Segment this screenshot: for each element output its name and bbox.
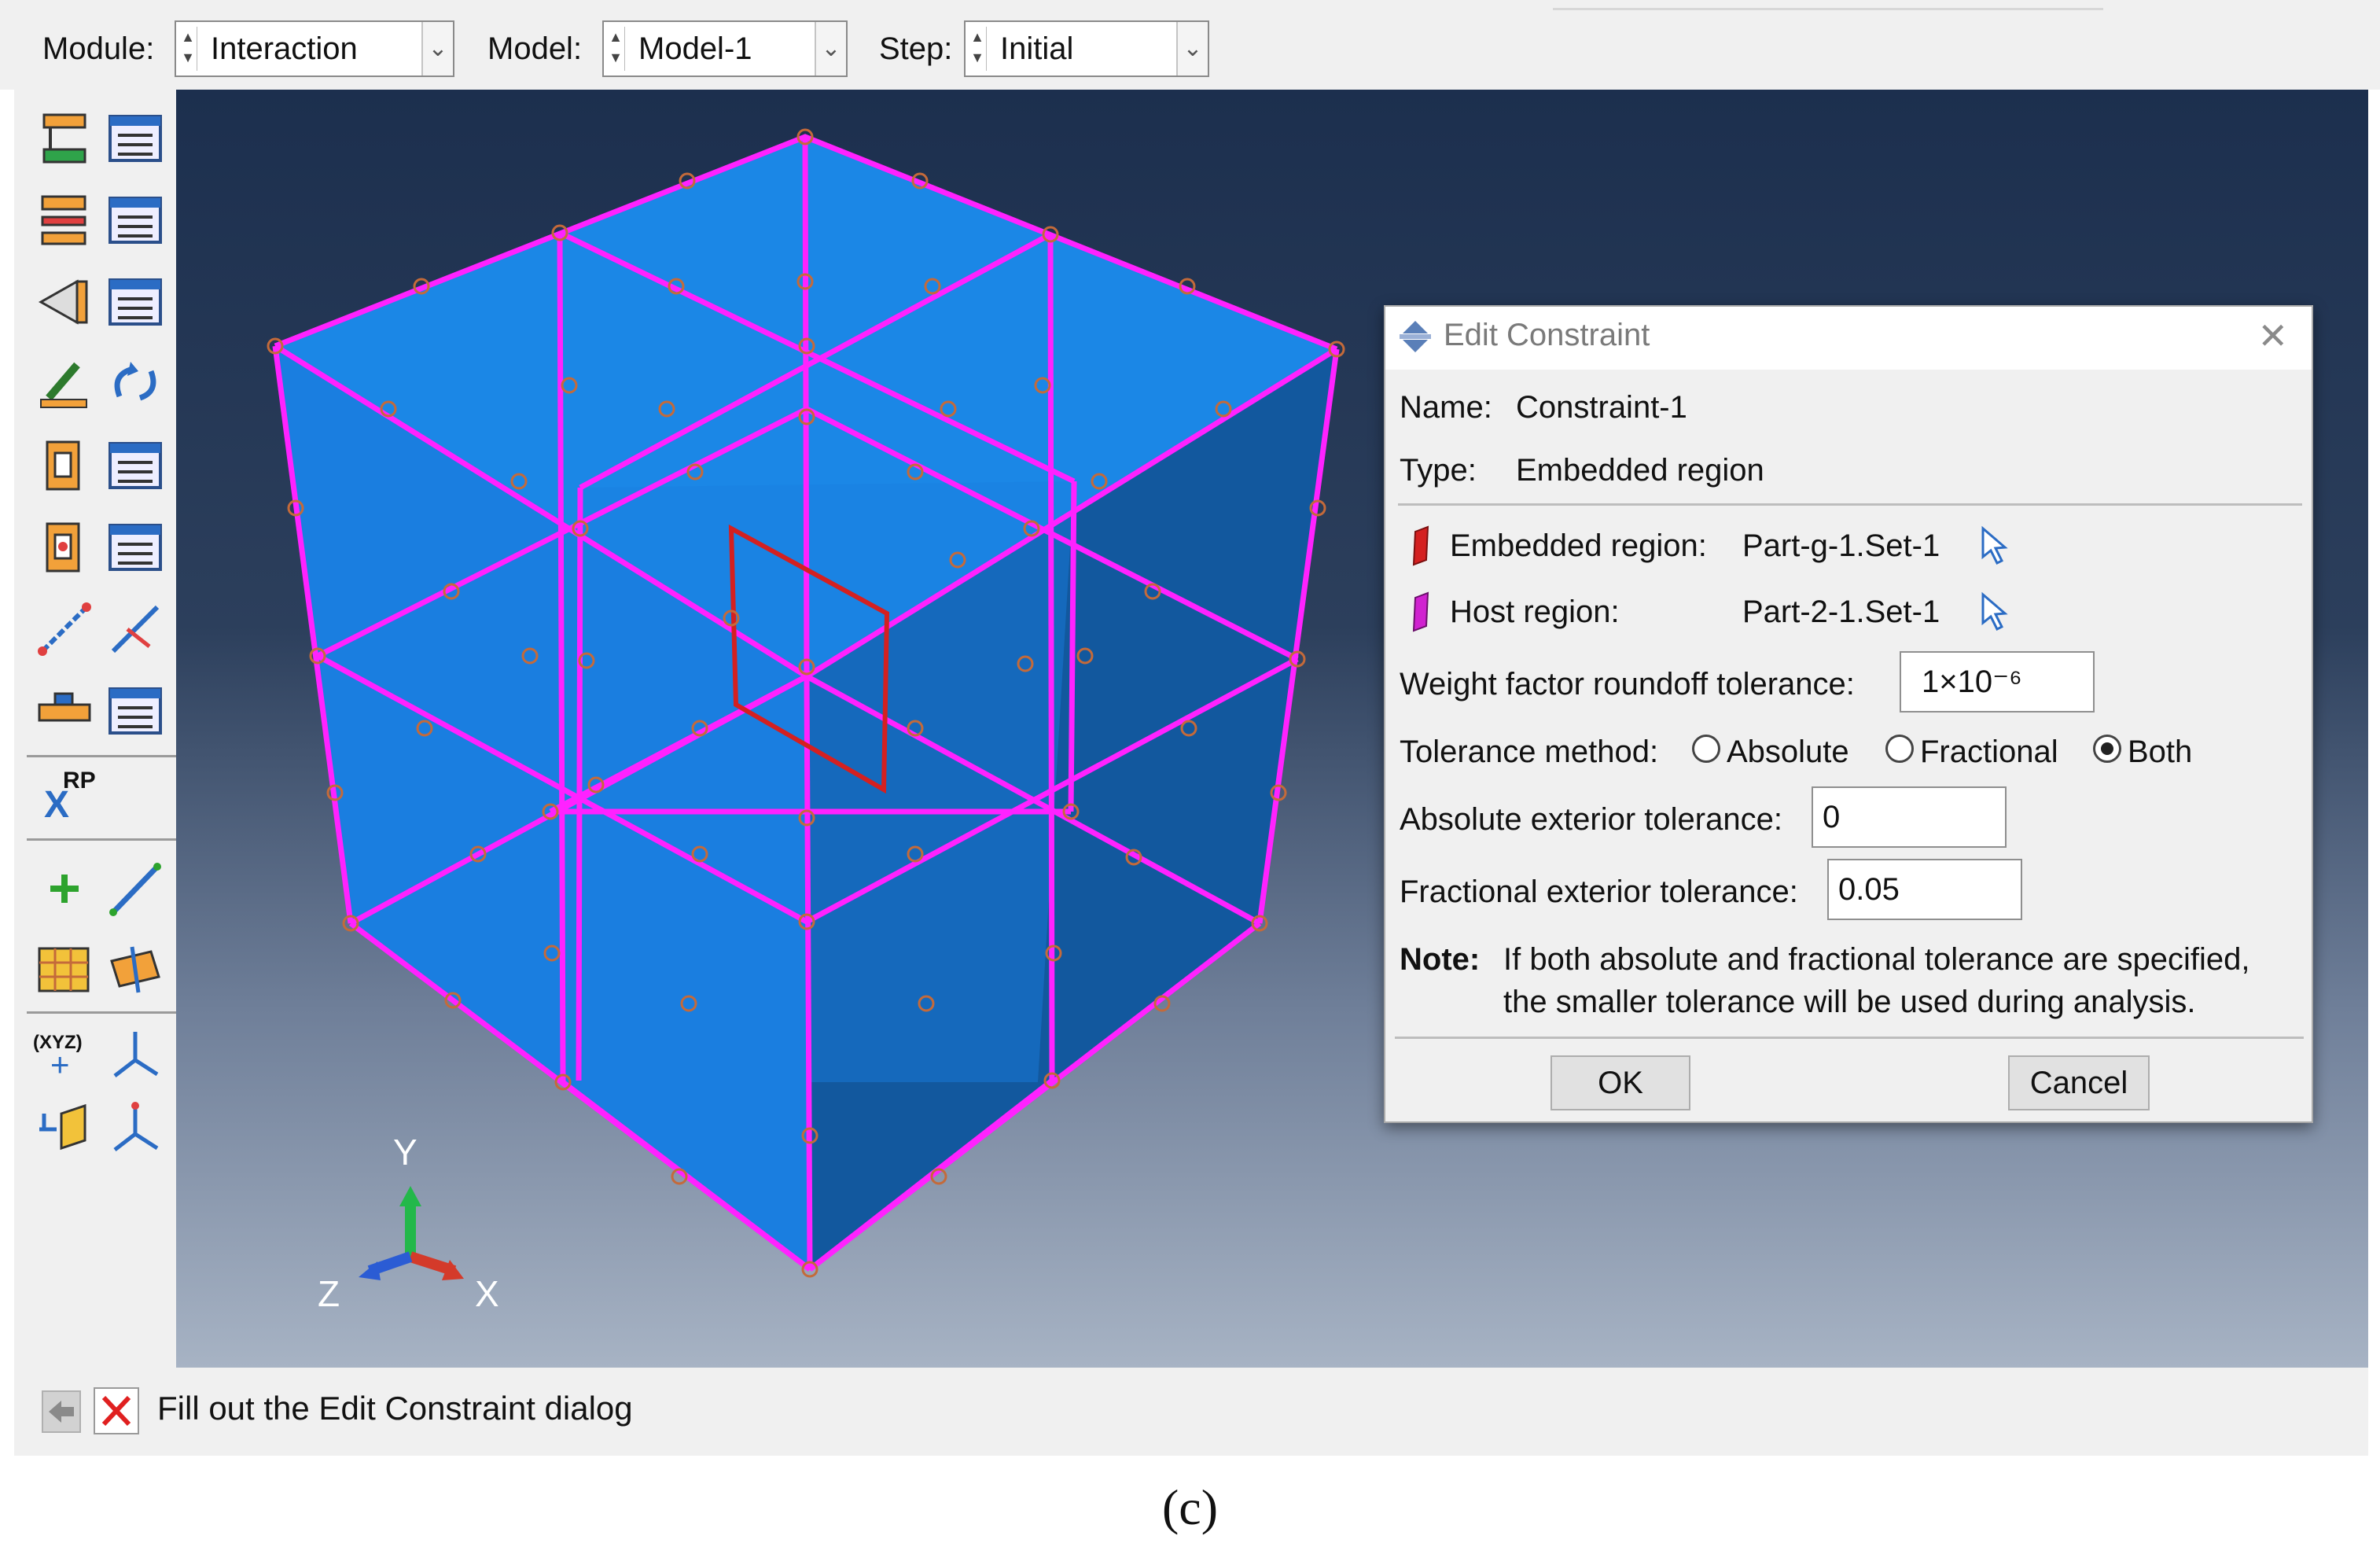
note-line-2: the smaller tolerance will be used durin… xyxy=(1503,985,2196,1019)
spinner-icon[interactable]: ▲ ▼ xyxy=(607,27,625,71)
chevron-down-icon[interactable]: ⌄ xyxy=(815,22,846,75)
create-datum-point-icon[interactable] xyxy=(33,857,96,920)
chevron-down-icon[interactable]: ⌄ xyxy=(421,22,453,75)
prompt-area: Fill out the Edit Constraint dialog xyxy=(14,1368,2368,1456)
tolerance-absolute-radio[interactable] xyxy=(1692,735,1720,763)
embedded-region-label: Embedded region: xyxy=(1450,528,1707,563)
embedded-region-marker-icon xyxy=(1412,525,1429,566)
create-contact-control-icon[interactable] xyxy=(33,271,96,333)
dialog-divider xyxy=(1398,503,2302,506)
toolbox-separator xyxy=(27,838,182,841)
dialog-divider xyxy=(1395,1037,2304,1039)
tolerance-fractional-radio[interactable] xyxy=(1885,735,1914,763)
edit-constraint-dialog: Edit Constraint ✕ Name: Constraint-1 Typ… xyxy=(1384,305,2313,1123)
create-mesh-icon[interactable] xyxy=(33,937,96,1000)
step-select[interactable]: ▲ ▼ Initial ⌄ xyxy=(964,20,1209,77)
triad-x-label: X xyxy=(475,1273,499,1314)
name-label: Name: xyxy=(1400,390,1492,425)
constraint-manager-icon[interactable] xyxy=(104,434,167,497)
create-inertia-icon[interactable] xyxy=(33,679,96,742)
datum-csys-offset-icon[interactable] xyxy=(104,1098,167,1161)
datum-csys-icon[interactable] xyxy=(104,1026,167,1088)
create-interaction-icon[interactable] xyxy=(33,107,96,170)
name-value: Constraint-1 xyxy=(1516,390,1687,425)
datum-point-xyz-icon[interactable]: (XYZ) + xyxy=(33,1026,96,1088)
cancel-procedure-icon[interactable] xyxy=(93,1386,140,1435)
triad-y-label: Y xyxy=(393,1132,418,1173)
connector-section-manager-icon[interactable] xyxy=(104,516,167,579)
interaction-property-manager-icon[interactable] xyxy=(104,189,167,252)
create-partition-icon[interactable] xyxy=(104,937,167,1000)
create-constraint-icon[interactable] xyxy=(33,434,96,497)
contact-control-manager-icon[interactable] xyxy=(104,271,167,333)
module-label: Module: xyxy=(42,31,155,66)
create-connector-section-icon[interactable] xyxy=(33,516,96,579)
fractional-tolerance-label: Fractional exterior tolerance: xyxy=(1400,875,1798,909)
dialog-titlebar[interactable]: Edit Constraint ✕ xyxy=(1385,307,2312,370)
select-arrow-icon[interactable] xyxy=(1977,591,2011,632)
model-value: Model-1 xyxy=(638,31,752,66)
constraint-app-icon xyxy=(1400,321,1431,352)
model-select[interactable]: ▲ ▼ Model-1 ⌄ xyxy=(602,20,848,77)
toolbar-divider xyxy=(1553,8,2103,10)
chevron-down-icon[interactable]: ⌄ xyxy=(1176,22,1208,75)
toolbox: RP X (XYZ) + xyxy=(14,90,182,1368)
ok-button[interactable]: OK xyxy=(1550,1055,1690,1110)
create-connector-assignment-icon[interactable] xyxy=(104,598,167,661)
absolute-tolerance-label: Absolute exterior tolerance: xyxy=(1400,802,1782,837)
tolerance-absolute-label: Absolute xyxy=(1727,735,1849,769)
prompt-text: Fill out the Edit Constraint dialog xyxy=(157,1390,633,1427)
inertia-manager-icon[interactable] xyxy=(104,679,167,742)
cancel-button[interactable]: Cancel xyxy=(2008,1055,2150,1110)
step-value: Initial xyxy=(1000,31,1074,66)
triad-z-label: Z xyxy=(318,1273,340,1314)
create-datum-axis-icon[interactable] xyxy=(104,857,167,920)
host-region-marker-icon xyxy=(1412,591,1429,632)
embedded-region-value: Part-g-1.Set-1 xyxy=(1742,528,1940,563)
tolerance-fractional-label: Fractional xyxy=(1920,735,2058,769)
note-line-1: If both absolute and fractional toleranc… xyxy=(1503,942,2250,977)
weight-tolerance-input[interactable]: 1×10⁻⁶ xyxy=(1900,651,2095,713)
dialog-title: Edit Constraint xyxy=(1444,318,1650,352)
weight-tolerance-label: Weight factor roundoff tolerance: xyxy=(1400,667,1855,702)
step-label: Step: xyxy=(879,31,953,66)
spinner-icon[interactable]: ▲ ▼ xyxy=(969,27,987,71)
module-select[interactable]: ▲ ▼ Interaction ⌄ xyxy=(175,20,454,77)
create-contact-initialization-icon[interactable] xyxy=(33,352,96,415)
interaction-manager-icon[interactable] xyxy=(104,107,167,170)
select-arrow-icon[interactable] xyxy=(1977,525,2011,566)
type-value: Embedded region xyxy=(1516,453,1764,488)
contact-stabilization-icon[interactable] xyxy=(104,352,167,415)
plus-icon: + xyxy=(50,1046,70,1083)
module-toolbar: Module: ▲ ▼ Interaction ⌄ Model: ▲ ▼ Model… xyxy=(0,0,2380,90)
toolbox-separator xyxy=(27,755,182,757)
create-wire-icon[interactable] xyxy=(33,598,96,661)
note-label: Note: xyxy=(1400,942,1481,977)
tolerance-method-label: Tolerance method: xyxy=(1400,735,1659,769)
model-label: Model: xyxy=(487,31,583,66)
back-arrow-icon[interactable] xyxy=(41,1390,82,1434)
host-region-label: Host region: xyxy=(1450,595,1620,629)
reference-point-icon[interactable]: RP X xyxy=(39,768,102,830)
coordinate-triad xyxy=(359,1186,464,1280)
module-value: Interaction xyxy=(211,31,358,66)
close-icon[interactable]: ✕ xyxy=(2257,315,2288,357)
host-region-value: Part-2-1.Set-1 xyxy=(1742,595,1940,629)
datum-plane-icon[interactable] xyxy=(33,1098,96,1161)
toolbox-separator xyxy=(27,1011,182,1014)
type-label: Type: xyxy=(1400,453,1477,488)
rp-axis-label: X xyxy=(44,784,70,826)
figure-caption: (c) xyxy=(1161,1479,1219,1535)
tolerance-both-radio[interactable] xyxy=(2093,735,2121,763)
create-interaction-property-icon[interactable] xyxy=(33,189,96,252)
tolerance-both-label: Both xyxy=(2128,735,2193,769)
spinner-icon[interactable]: ▲ ▼ xyxy=(179,27,197,71)
absolute-tolerance-input[interactable]: 0 xyxy=(1812,786,2007,848)
fractional-tolerance-input[interactable]: 0.05 xyxy=(1827,859,2022,920)
